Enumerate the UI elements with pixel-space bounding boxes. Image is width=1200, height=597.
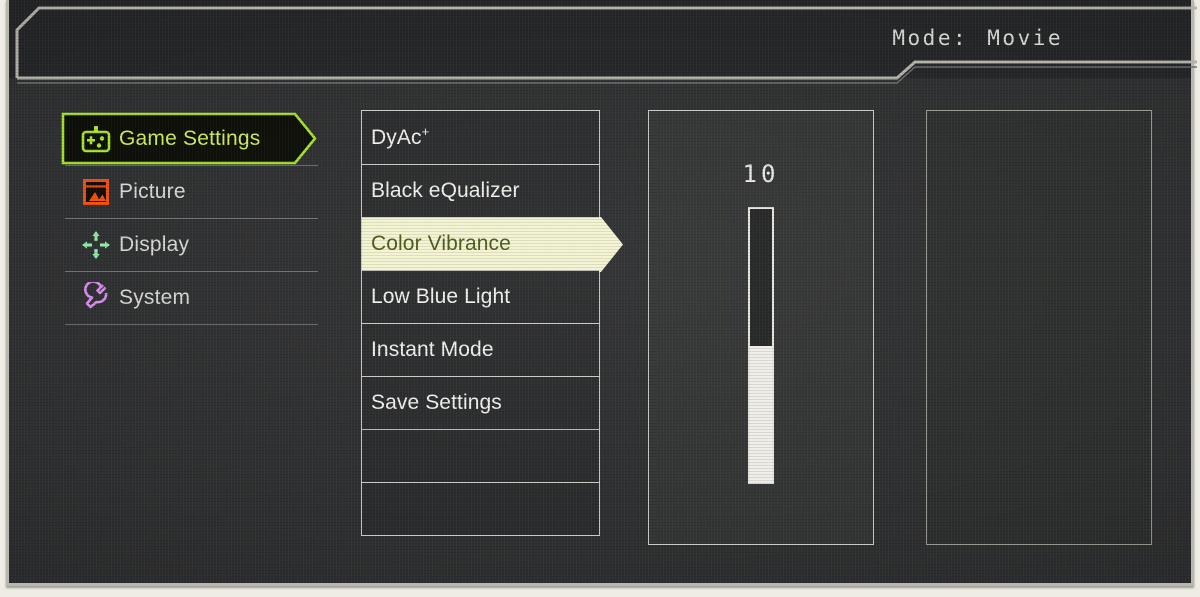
menu-item-empty bbox=[362, 482, 599, 535]
menu-item-label: Color Vibrance bbox=[371, 232, 511, 255]
sidebar: Game Settings Picture Display System bbox=[61, 112, 318, 325]
slider-value: 10 bbox=[742, 160, 780, 188]
osd-body: Game Settings Picture Display System DyA… bbox=[9, 78, 1191, 583]
sidebar-item-label: System bbox=[119, 286, 191, 309]
menu-list: DyAc+ Black eQualizer Color Vibrance Low… bbox=[361, 110, 623, 536]
menu-item-label: DyAc bbox=[371, 125, 422, 149]
menu-item-empty bbox=[362, 429, 599, 482]
menu-item-label: Low Blue Light bbox=[371, 285, 511, 308]
slider-track[interactable] bbox=[748, 207, 774, 484]
sidebar-divider bbox=[65, 324, 318, 325]
menu-item-save-settings[interactable]: Save Settings bbox=[362, 376, 599, 429]
osd-window: Mode: Movie Game Settings Picture Displa… bbox=[6, 0, 1197, 586]
wrench-icon bbox=[73, 278, 119, 318]
sidebar-item-display[interactable]: Display bbox=[65, 218, 318, 271]
menu-item-label: Instant Mode bbox=[371, 338, 494, 361]
sidebar-item-label: Game Settings bbox=[119, 126, 261, 150]
menu-item-instant-mode[interactable]: Instant Mode bbox=[362, 323, 599, 376]
preview-panel bbox=[926, 110, 1152, 545]
menu-item-superscript: + bbox=[421, 123, 430, 139]
value-panel: 10 bbox=[648, 110, 874, 545]
sidebar-item-game-settings[interactable]: Game Settings bbox=[61, 112, 318, 165]
menu-item-dyac[interactable]: DyAc+ bbox=[362, 111, 599, 164]
sidebar-item-picture[interactable]: Picture bbox=[65, 165, 318, 218]
arrows-in-icon bbox=[73, 225, 119, 265]
osd-screenshot: Mode: Movie Game Settings Picture Displa… bbox=[0, 0, 1200, 597]
sidebar-item-label: Display bbox=[119, 233, 190, 256]
menu-item-low-blue-light[interactable]: Low Blue Light bbox=[362, 270, 599, 323]
sidebar-item-system[interactable]: System bbox=[65, 271, 318, 324]
slider-fill bbox=[750, 345, 772, 482]
menu-item-label: Black eQualizer bbox=[371, 179, 520, 202]
menu-item-black-equalizer[interactable]: Black eQualizer bbox=[362, 164, 599, 217]
menu-item-color-vibrance[interactable]: Color Vibrance bbox=[362, 217, 623, 272]
header-divider bbox=[15, 6, 1197, 84]
sidebar-item-label: Picture bbox=[119, 180, 186, 203]
menu-item-label: Save Settings bbox=[371, 391, 502, 414]
highlight-chevron-icon bbox=[599, 217, 623, 272]
gamepad-icon bbox=[73, 119, 119, 159]
image-icon bbox=[73, 172, 119, 212]
